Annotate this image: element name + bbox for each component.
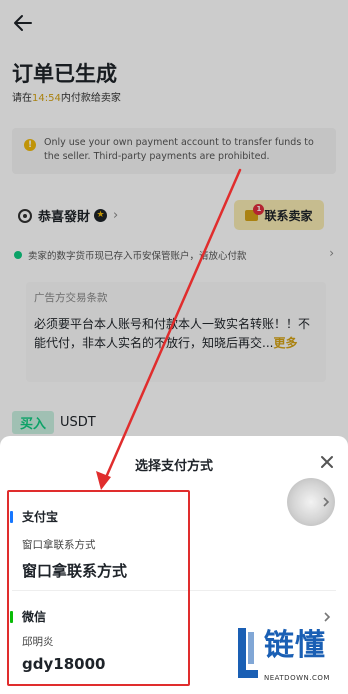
watermark-text: 链懂 <box>264 628 326 663</box>
watermark-logo: 链懂 NEATDOWN.COM <box>232 618 344 690</box>
sheet-title: 选择支付方式 <box>134 459 213 474</box>
annotation-highlight-box <box>7 490 190 686</box>
close-icon[interactable] <box>318 453 336 471</box>
watermark-domain: NEATDOWN.COM <box>264 674 330 682</box>
chevron-right-icon <box>323 497 330 507</box>
floating-assistive-button[interactable] <box>287 478 335 526</box>
logo-l-mark-icon <box>238 628 258 678</box>
